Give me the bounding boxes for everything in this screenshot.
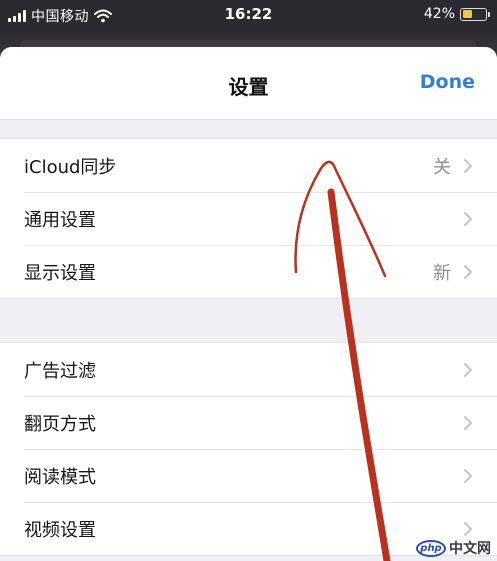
status-bar: 中国移动 16:22 42% — [0, 0, 497, 30]
row-general-settings[interactable]: 通用设置 — [0, 192, 497, 245]
row-label: iCloud同步 — [24, 156, 117, 178]
row-value: 新 — [433, 262, 451, 284]
phone-screen: 中国移动 16:22 42% 设置 Done iCloud同步 关 通用设置 显… — [0, 0, 497, 561]
battery-level — [462, 10, 472, 18]
group-spacer — [0, 299, 497, 342]
chevron-right-icon — [464, 522, 472, 536]
row-label: 阅读模式 — [24, 466, 96, 488]
chevron-right-icon — [464, 212, 472, 226]
watermark-text: 中文网 — [449, 541, 491, 557]
row-label: 视频设置 — [24, 519, 96, 541]
row-ad-filter[interactable]: 广告过滤 — [0, 343, 497, 396]
row-page-turn-mode[interactable]: 翻页方式 — [0, 396, 497, 449]
row-label: 翻页方式 — [24, 413, 96, 435]
chevron-right-icon — [464, 363, 472, 377]
row-label: 广告过滤 — [24, 360, 96, 382]
group-spacer — [0, 119, 497, 138]
chevron-right-icon — [464, 159, 472, 173]
settings-group-2: 广告过滤 翻页方式 阅读模式 视频设置 — [0, 342, 497, 556]
chevron-right-icon — [464, 416, 472, 430]
settings-sheet: 设置 Done iCloud同步 关 通用设置 显示设置 新 广告过滤 翻页方式… — [0, 47, 497, 561]
status-right: 42% — [423, 6, 490, 22]
settings-group-1: iCloud同步 关 通用设置 显示设置 新 — [0, 138, 497, 299]
row-label: 通用设置 — [24, 209, 96, 231]
row-display-settings[interactable]: 显示设置 新 — [0, 245, 497, 298]
navigation-bar: 设置 Done — [0, 47, 497, 119]
battery-percent: 42% — [423, 6, 455, 22]
battery-icon — [460, 7, 490, 21]
row-icloud-sync[interactable]: iCloud同步 关 — [0, 139, 497, 192]
watermark-badge: php — [416, 539, 446, 557]
row-reading-mode[interactable]: 阅读模式 — [0, 449, 497, 502]
status-time: 16:22 — [224, 5, 273, 23]
watermark-logo: php 中文网 — [416, 538, 491, 558]
done-button[interactable]: Done — [420, 71, 475, 93]
chevron-right-icon — [464, 469, 472, 483]
chevron-right-icon — [464, 265, 472, 279]
row-value: 关 — [433, 156, 451, 178]
row-label: 显示设置 — [24, 262, 96, 284]
